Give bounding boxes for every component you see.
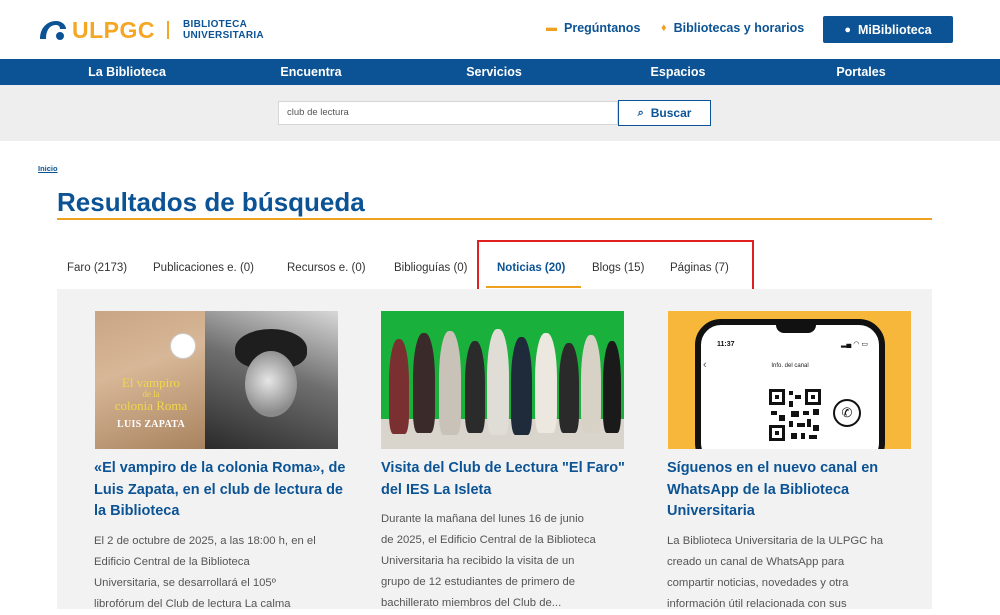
ulpgc-logo[interactable]: ULPGC BIBLIOTECA UNIVERSITARIA [36, 17, 264, 43]
student-figure [389, 339, 409, 434]
news-summary-vampiro: El 2 de octubre de 2025, a las 18:00 h, … [94, 531, 339, 615]
news-image-whatsapp[interactable]: 11:37 ▂▄ ◠ ▭ ‹ Info. del canal ✆ [668, 311, 911, 449]
summary-line: Universitaria ha recibido la visita de u… [381, 555, 575, 567]
logo-subtitle-line-2: UNIVERSITARIA [183, 30, 264, 41]
logo-subtitle: BIBLIOTECA UNIVERSITARIA [183, 19, 264, 41]
publisher-badge [170, 333, 196, 359]
nav-item-encuentra[interactable]: Encuentra [280, 59, 341, 85]
breadcrumb-home[interactable]: Inicio [38, 164, 58, 173]
book-title-line-1: El vampiro [121, 375, 181, 390]
site-header: ULPGC BIBLIOTECA UNIVERSITARIA ▬ Pregúnt… [0, 0, 1000, 59]
news-title-whatsapp[interactable]: Síguenos en el nuevo canal en WhatsApp d… [667, 458, 922, 523]
mibiblioteca-button[interactable]: ● MiBiblioteca [823, 16, 953, 43]
summary-line: Universitaria, se desarrollará el 105º [94, 577, 276, 589]
summary-line: de 2025, el Edificio Central de la Bibli… [381, 534, 596, 546]
tab-biblioguias[interactable]: Biblioguías (0) [394, 262, 468, 274]
phone-status-icons: ▂▄ ◠ ▭ [841, 341, 868, 348]
logo-subtitle-line-1: BIBLIOTECA [183, 19, 248, 30]
nav-item-servicios[interactable]: Servicios [466, 59, 522, 85]
hours-label: Bibliotecas y horarios [673, 21, 805, 35]
summary-line: información útil relacionada con sus [667, 598, 847, 610]
logo-name: ULPGC [72, 16, 155, 43]
page-title: Resultados de búsqueda [57, 187, 365, 217]
user-icon: ● [844, 23, 852, 36]
logo-separator [167, 21, 169, 39]
summary-line: compartir noticias, novedades y otra [667, 577, 849, 589]
search-button-label: Buscar [650, 106, 692, 120]
student-figure [535, 333, 557, 433]
summary-line: El 2 de octubre de 2025, a las 18:00 h, … [94, 535, 316, 547]
ask-link[interactable]: ▬ Pregúntanos [546, 21, 640, 35]
search-band: club de lectura ⌕ Buscar [0, 85, 1000, 141]
search-button[interactable]: ⌕ Buscar [618, 100, 711, 126]
nav-item-la-biblioteca[interactable]: La Biblioteca [88, 59, 166, 85]
news-image-visita[interactable] [381, 311, 624, 449]
summary-line: creado un canal de WhatsApp para [667, 556, 845, 568]
nav-item-espacios[interactable]: Espacios [651, 59, 706, 85]
book-title-line-3: colonia Roma [114, 398, 188, 413]
phone-channel-header: Info. del canal [771, 363, 809, 369]
search-icon: ⌕ [637, 106, 644, 119]
phone-notch [776, 323, 816, 333]
news-title-vampiro[interactable]: «El vampiro de la colonia Roma», de Luis… [94, 458, 349, 523]
student-figure [439, 331, 461, 435]
phone-mockup: 11:37 ▂▄ ◠ ▭ ‹ Info. del canal ✆ [695, 319, 885, 449]
news-title-visita[interactable]: Visita del Club de Lectura "El Faro" del… [381, 458, 636, 501]
summary-line: bachillerato miembros del Club de... [381, 597, 562, 609]
main-nav: La Biblioteca Encuentra Servicios Espaci… [0, 59, 1000, 85]
news-summary-visita: Durante la mañana del lunes 16 de junio … [381, 509, 626, 614]
student-figure [465, 341, 485, 433]
tab-recursos[interactable]: Recursos e. (0) [287, 262, 366, 274]
whatsapp-icon: ✆ [833, 399, 861, 427]
author-face [245, 351, 297, 417]
search-input[interactable]: club de lectura [278, 101, 618, 125]
tab-faro[interactable]: Faro (2173) [67, 262, 127, 274]
mail-icon: ▬ [546, 22, 557, 34]
student-figure [581, 335, 601, 433]
student-figure [559, 343, 579, 433]
phone-time: 11:37 [717, 341, 735, 348]
mibiblioteca-label: MiBiblioteca [858, 22, 932, 37]
student-figure [413, 333, 435, 433]
student-figure [511, 337, 532, 435]
nav-item-portales[interactable]: Portales [836, 59, 885, 85]
summary-line: grupo de 12 estudiantes de primero de [381, 576, 576, 588]
summary-line: librofórum del Club de lectura La calma [94, 598, 291, 610]
ask-label: Pregúntanos [564, 21, 641, 35]
location-pin-icon: ♦ [661, 22, 667, 34]
summary-line: Durante la mañana del lunes 16 de junio [381, 513, 584, 525]
title-divider [57, 218, 932, 220]
summary-line: La Biblioteca Universitaria de la ULPGC … [667, 535, 884, 547]
news-summary-whatsapp: La Biblioteca Universitaria de la ULPGC … [667, 531, 912, 615]
book-cover-title: El vampiro de la colonia Roma [101, 376, 201, 412]
news-image-vampiro[interactable]: El vampiro de la colonia Roma LUIS ZAPAT… [95, 311, 338, 449]
ulpgc-logo-mark [40, 21, 66, 40]
student-figure [487, 329, 509, 435]
summary-line: Edificio Central de la Biblioteca [94, 556, 250, 568]
book-cover-author: LUIS ZAPATA [116, 419, 186, 430]
tab-publicaciones[interactable]: Publicaciones e. (0) [153, 262, 254, 274]
qr-code-icon [767, 387, 823, 443]
student-figure [603, 341, 621, 433]
hours-link[interactable]: ♦ Bibliotecas y horarios [661, 21, 804, 35]
